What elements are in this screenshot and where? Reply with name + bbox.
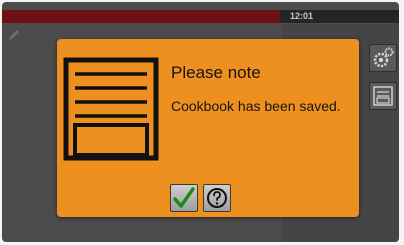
- edit-icon[interactable]: [7, 28, 21, 42]
- help-button[interactable]: [203, 184, 231, 212]
- clock: 12:01: [290, 11, 314, 21]
- checkmark-icon: [173, 187, 195, 208]
- dialog-message: Cookbook has been saved.: [171, 98, 341, 114]
- cookbook-icon: [63, 57, 159, 161]
- progress-bar: [2, 10, 280, 23]
- confirm-button[interactable]: [170, 184, 198, 212]
- settings-icon: [373, 47, 394, 68]
- status-bar: 12:01: [2, 10, 399, 23]
- notice-dialog: Please note Cookbook has been saved.: [57, 39, 359, 217]
- settings-button[interactable]: [369, 44, 397, 72]
- help-icon: [207, 188, 227, 208]
- dialog-title: Please note: [171, 63, 261, 82]
- cookbook-icon: [373, 86, 393, 106]
- cookbook-button[interactable]: [369, 82, 397, 110]
